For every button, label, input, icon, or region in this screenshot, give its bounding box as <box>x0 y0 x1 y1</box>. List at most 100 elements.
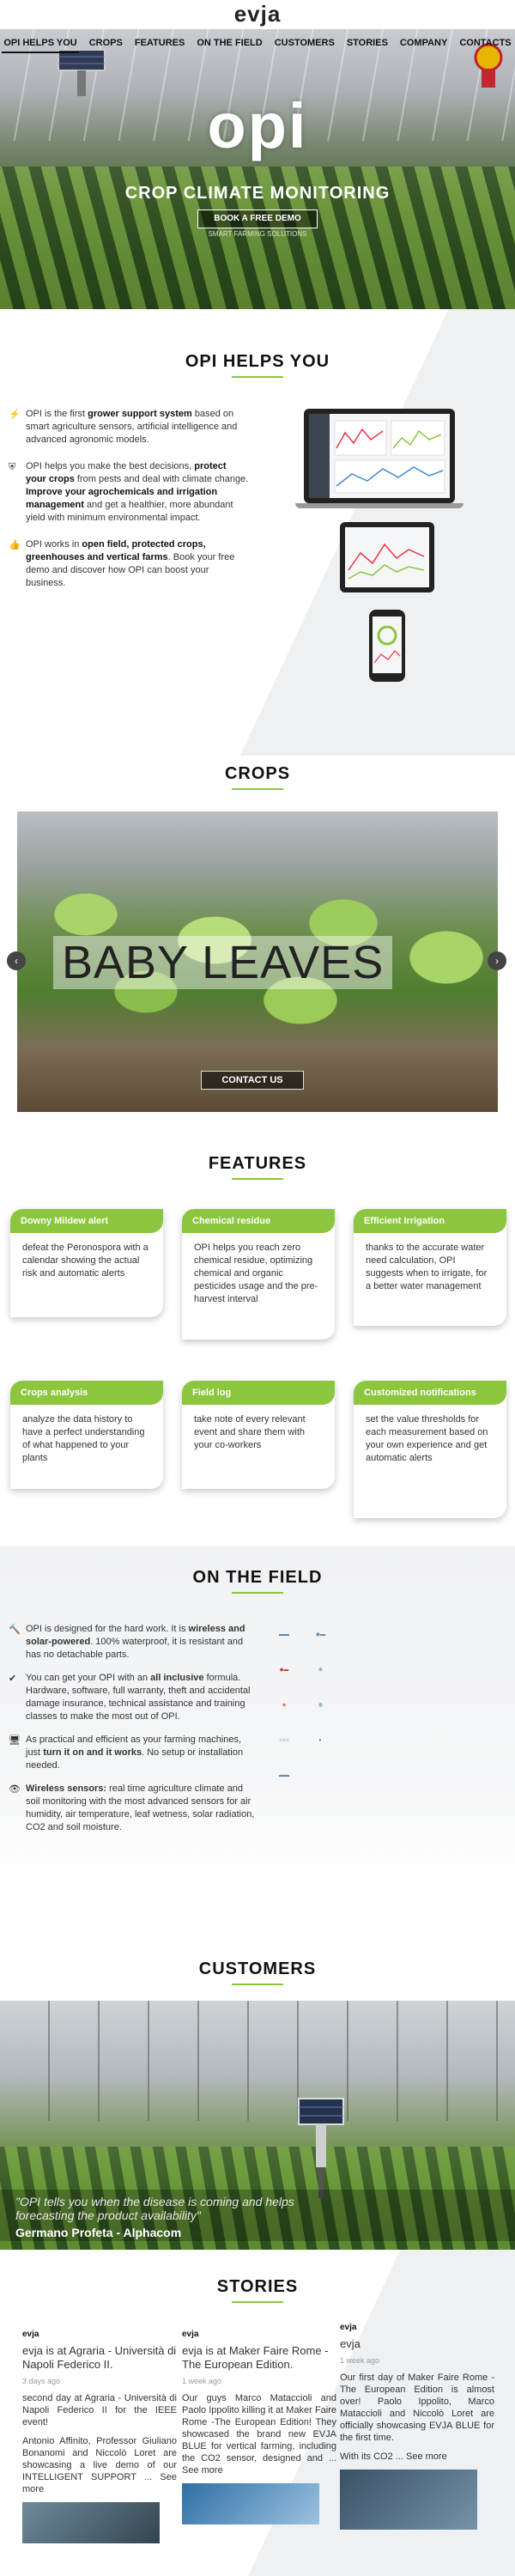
crops-title-underline <box>232 788 283 790</box>
story-text: second day at Agraria - Università di Na… <box>22 2393 177 2427</box>
features-title-underline <box>232 1178 283 1180</box>
story-timestamp: 1 week ago <box>340 2356 380 2365</box>
phone-mockup <box>369 610 405 682</box>
story-image <box>340 2470 477 2530</box>
features-title: FEATURES <box>208 1154 307 1173</box>
feature-card-chemical-residue[interactable]: Chemical residue OPI helps you reach zer… <box>182 1209 335 1340</box>
story-heading: evja is at Maker Faire Rome -The Europea… <box>182 2344 329 2371</box>
story-text: With its CO2 ... See more <box>340 2451 447 2462</box>
feature-card-text: analyze the data history to have a perfe… <box>22 1414 145 1463</box>
partner-logo: ◐ <box>318 1738 323 1743</box>
evja-logo[interactable]: evja <box>234 1 282 27</box>
customers-title: CUSTOMERS <box>198 1959 317 1978</box>
nav-on-the-field[interactable]: ON THE FIELD <box>195 34 264 53</box>
main-nav: OPI HELPS YOU CROPS FEATURES ON THE FIEL… <box>0 34 515 53</box>
story-text: Our guys Marco Mataccioli and Paolo Ippo… <box>182 2393 336 2476</box>
story-image <box>182 2483 319 2524</box>
stories-title-underline <box>232 2301 283 2303</box>
crops-slider: BABY LEAVES CONTACT US <box>17 811 498 1112</box>
sensor-device-icon <box>298 2098 344 2198</box>
tablet-chart-icon <box>348 543 425 580</box>
feature-card-title: Efficient Irrigation <box>354 1209 506 1233</box>
partner-logo: ◉▬ <box>315 1632 326 1637</box>
tablet-mockup <box>340 522 434 592</box>
field-title: ON THE FIELD <box>192 1568 323 1587</box>
customer-name: Germano Profeta - Alphacom <box>15 2226 182 2239</box>
nav-stories[interactable]: STORIES <box>345 34 390 53</box>
field-item: 👁 Wireless sensors: real time agricultur… <box>9 1783 255 1832</box>
field-item: ✔ You can get your OPI with an all inclu… <box>9 1673 251 1722</box>
feature-card-text: take note of every relevant event and sh… <box>194 1414 306 1450</box>
partner-logo: ▬▬ <box>279 1773 289 1778</box>
hero-tagline: SMART FARMING SOLUTIONS <box>208 230 307 238</box>
help-title-underline <box>232 376 283 378</box>
feature-card-title: Chemical residue <box>182 1209 335 1233</box>
laptop-base <box>295 503 464 508</box>
monitor-icon: 🖥 <box>9 1735 21 1746</box>
feature-card-text: set the value thresholds for each measur… <box>366 1414 488 1463</box>
hero-section: OPI HELPS YOU CROPS FEATURES ON THE FIEL… <box>0 29 515 309</box>
nav-opi-helps-you[interactable]: OPI HELPS YOU <box>2 34 79 53</box>
feature-card-title: Field log <box>182 1381 335 1405</box>
customers-title-underline <box>232 1984 283 1985</box>
contact-us-button[interactable]: CONTACT US <box>201 1071 304 1090</box>
eye-icon: 👁 <box>9 1784 21 1795</box>
avatar: evja <box>182 2330 199 2339</box>
book-demo-button[interactable]: BOOK A FREE DEMO <box>197 210 318 228</box>
partner-logos: ▬▬ ◉▬ ◆▬ ⊕ ◈ ◍ ▭▭ ◐ ▬▬ <box>268 1625 345 1801</box>
crop-slide-label: BABY LEAVES <box>53 936 393 989</box>
partner-logo: ⊕ <box>318 1668 323 1673</box>
phone-chart-icon <box>373 625 401 664</box>
avatar: evja <box>340 2323 357 2332</box>
bolt-icon: ⚡ <box>9 410 21 420</box>
partner-logo: ▭▭ <box>279 1738 289 1743</box>
feature-card-customized-notifications[interactable]: Customized notifications set the value t… <box>354 1381 506 1518</box>
feature-card-efficient-irrigation[interactable]: Efficient Irrigation thanks to the accur… <box>354 1209 506 1326</box>
nav-company[interactable]: COMPANY <box>398 34 449 53</box>
field-list: 🔨 OPI is designed for the hard work. It … <box>9 1623 258 1844</box>
help-item: 👍 OPI works in open field, protected cro… <box>9 539 235 588</box>
field-item: 🖥 As practical and efficient as your far… <box>9 1735 244 1771</box>
feature-card-field-log[interactable]: Field log take note of every relevant ev… <box>182 1381 335 1489</box>
help-item: ⚡ OPI is the first grower support system… <box>9 409 238 445</box>
story-heading: evja <box>340 2337 360 2350</box>
customer-quote: "OPI tells you when the disease is comin… <box>15 2195 294 2222</box>
feature-card-crops-analysis[interactable]: Crops analysis analyze the data history … <box>10 1381 163 1489</box>
avatar: evja <box>22 2330 39 2339</box>
help-title: OPI HELPS YOU <box>185 352 330 371</box>
check-icon: ✔ <box>9 1674 17 1684</box>
story-post[interactable]: evja evja is at Maker Faire Rome -The Eu… <box>182 2329 336 2524</box>
feature-card-downy-mildew[interactable]: Downy Mildew alert defeat the Peronospor… <box>10 1209 163 1317</box>
partner-logo: ◈ <box>282 1703 287 1708</box>
help-list: ⚡ OPI is the first grower support system… <box>9 408 249 604</box>
dashboard-chart-icon <box>309 414 445 498</box>
laptop-mockup <box>304 409 455 503</box>
partner-logo: ▬▬ <box>279 1632 289 1637</box>
story-text: Antonio Affinito, Professor Giuliano Bon… <box>22 2436 177 2494</box>
greenhouse-frame <box>0 2001 515 2121</box>
nav-features[interactable]: FEATURES <box>133 34 186 53</box>
opi-brand-logo: opi <box>207 90 308 161</box>
feature-card-title: Downy Mildew alert <box>10 1209 163 1233</box>
nav-customers[interactable]: CUSTOMERS <box>273 34 336 53</box>
nav-crops[interactable]: CROPS <box>88 34 124 53</box>
top-logo-bar: evja <box>0 0 515 29</box>
story-image <box>22 2502 160 2543</box>
partner-logo: ◍ <box>318 1703 324 1708</box>
story-post[interactable]: evja evja is at Agraria - Università di … <box>22 2329 177 2543</box>
story-post[interactable]: evja evja 1 week ago Our first day of Ma… <box>340 2322 494 2530</box>
feature-card-title: Customized notifications <box>354 1381 506 1405</box>
story-heading: evja is at Agraria - Università di Napol… <box>22 2344 177 2371</box>
nav-contacts[interactable]: CONTACTS <box>457 34 512 53</box>
partner-logo: ◆▬ <box>279 1668 289 1673</box>
slider-next-arrow-icon[interactable]: › <box>488 951 506 970</box>
field-item: 🔨 OPI is designed for the hard work. It … <box>9 1624 245 1660</box>
story-text: Our first day of Maker Faire Rome -The E… <box>340 2372 494 2443</box>
crops-title: CROPS <box>224 764 291 783</box>
shield-icon: ⛨ <box>9 462 16 472</box>
story-timestamp: 3 days ago <box>22 2377 61 2385</box>
stories-title: STORIES <box>216 2277 299 2296</box>
slider-prev-arrow-icon[interactable]: ‹ <box>7 951 26 970</box>
story-timestamp: 1 week ago <box>182 2377 222 2385</box>
feature-card-text: defeat the Peronospora with a calendar s… <box>22 1242 148 1279</box>
